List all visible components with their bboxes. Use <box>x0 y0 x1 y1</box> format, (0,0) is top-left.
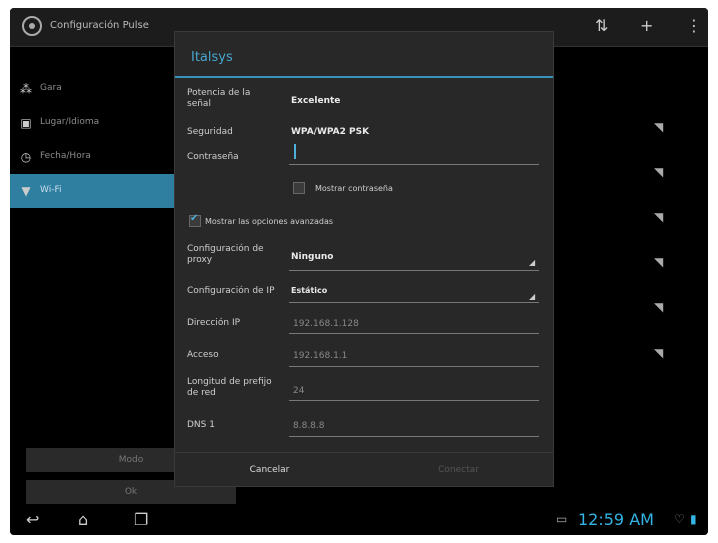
cancel-button[interactable]: Cancelar <box>175 453 364 487</box>
dns1-underline <box>289 436 539 437</box>
wifi-signal-icon[interactable]: ◥ <box>654 346 663 360</box>
wifi-signal-icon[interactable]: ◥ <box>654 255 663 269</box>
proxy-dropdown[interactable] <box>289 270 539 271</box>
dns1-label: DNS 1 <box>187 420 215 430</box>
status-clock: 12:59 AM <box>578 510 654 529</box>
overflow-menu-icon[interactable]: ⋮ <box>686 16 702 36</box>
setting-item-language[interactable]: ▣ Lugar/Idioma <box>10 106 198 140</box>
connect-button[interactable]: Conectar <box>364 453 553 487</box>
dialog-button-bar: Cancelar Conectar <box>175 452 553 487</box>
wifi-signal-icon[interactable]: ◥ <box>654 165 663 179</box>
show-password-checkbox[interactable] <box>293 182 305 194</box>
dropdown-arrow-icon: ◢ <box>529 258 536 267</box>
security-label: Seguridad <box>187 127 233 137</box>
setting-item-label: Gara <box>40 83 62 93</box>
wifi-icon: ▼ <box>21 184 31 198</box>
wifi-signal-icon[interactable]: ◥ <box>654 120 663 134</box>
advanced-options-checkbox[interactable] <box>189 213 201 227</box>
dialog-title: Italsys <box>191 50 233 65</box>
gateway-label: Acceso <box>187 350 219 360</box>
battery-icon: ▮ <box>690 512 697 526</box>
prefix-length-underline <box>289 400 539 401</box>
wifi-signal-icon[interactable]: ◥ <box>654 300 663 314</box>
text-cursor <box>294 144 296 159</box>
signal-strength-label: Potencia de la señal <box>187 88 251 109</box>
add-icon[interactable]: + <box>640 16 653 36</box>
setting-item-label: Lugar/Idioma <box>40 117 100 127</box>
settings-app-icon[interactable] <box>22 16 42 36</box>
ip-config-dropdown-value[interactable]: Estático <box>291 286 327 295</box>
prefix-length-label: Longitud de prefijo de red <box>187 377 272 398</box>
ip-config-dropdown[interactable] <box>289 302 539 303</box>
wifi-scan-icon[interactable]: ⇅ <box>595 16 608 36</box>
wifi-status-icon: ♡ <box>674 512 685 526</box>
show-password-label: Mostrar contraseña <box>315 184 393 193</box>
clock-icon: ◷ <box>20 150 32 164</box>
proxy-dropdown-value[interactable]: Ninguno <box>291 252 333 262</box>
system-nav-bar: ↩ ⌂ ❐ ▭ 12:59 AM ♡ ▮ <box>10 506 708 535</box>
setting-item-label: Wi-Fi <box>40 185 62 195</box>
settings-list: ⁂ Gara ▣ Lugar/Idioma ◷ Fecha/Hora ▼ Wi-… <box>10 72 198 208</box>
prefix-length-input[interactable]: 24 <box>293 386 304 396</box>
app-title: Configuración Pulse <box>50 20 149 31</box>
gateway-underline <box>289 366 539 367</box>
setting-item-label: Fecha/Hora <box>40 151 91 161</box>
recent-apps-icon[interactable]: ❐ <box>134 512 148 528</box>
password-label: Contraseña <box>187 152 239 162</box>
group-icon: ⁂ <box>20 82 32 96</box>
wifi-signal-icon[interactable]: ◥ <box>654 210 663 224</box>
dns1-input[interactable]: 8.8.8.8 <box>293 421 325 431</box>
gateway-input[interactable]: 192.168.1.1 <box>293 351 347 361</box>
setting-item-date-time[interactable]: ◷ Fecha/Hora <box>10 140 198 174</box>
dialog-title-divider <box>175 76 553 78</box>
ip-config-label: Configuración de IP <box>187 286 275 296</box>
tablet-screen: Configuración Pulse ⇅ + ⋮ ⁂ Gara ▣ Lugar… <box>10 8 708 535</box>
password-input[interactable] <box>289 164 539 165</box>
dropdown-arrow-icon: ◢ <box>529 292 536 301</box>
home-icon[interactable]: ⌂ <box>78 512 88 528</box>
setting-item-wifi[interactable]: ▼ Wi-Fi <box>10 174 198 208</box>
security-value: WPA/WPA2 PSK <box>291 127 370 137</box>
advanced-options-label: Mostrar las opciones avanzadas <box>205 217 334 226</box>
setting-item-gara[interactable]: ⁂ Gara <box>10 72 198 106</box>
language-icon: ▣ <box>20 116 32 130</box>
proxy-label: Configuración de proxy <box>187 244 264 265</box>
ip-address-label: Dirección IP <box>187 318 241 328</box>
screenshot-icon: ▭ <box>556 512 568 526</box>
signal-strength-value: Excelente <box>291 96 341 106</box>
wifi-connect-dialog: Italsys Potencia de la señal Excelente S… <box>174 31 554 487</box>
ip-address-underline <box>289 333 539 334</box>
back-icon[interactable]: ↩ <box>26 512 39 528</box>
ip-address-input[interactable]: 192.168.1.128 <box>293 319 359 329</box>
